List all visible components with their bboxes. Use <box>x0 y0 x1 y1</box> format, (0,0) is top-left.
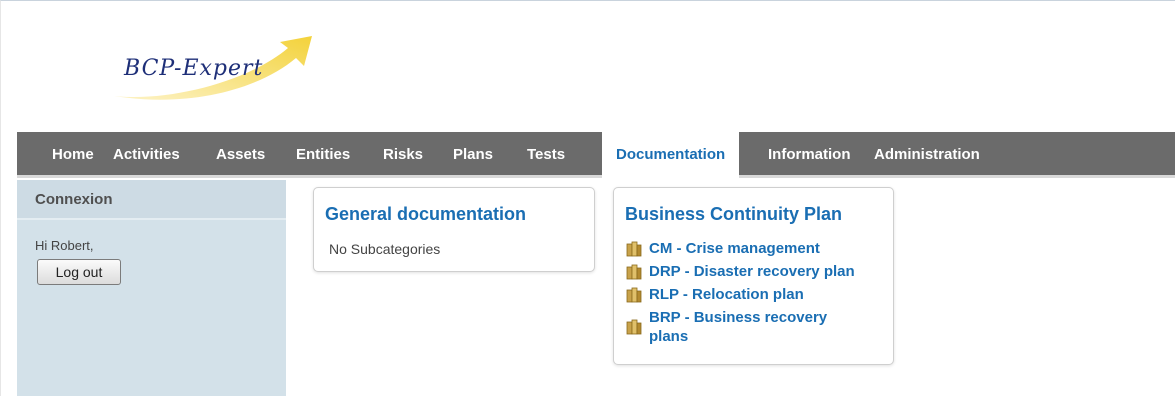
sidebar-header: Connexion <box>17 180 286 220</box>
nav-assets[interactable]: Assets <box>216 132 265 178</box>
nav-documentation[interactable]: Documentation <box>602 132 740 180</box>
general-documentation-title[interactable]: General documentation <box>325 204 526 225</box>
nav-risks[interactable]: Risks <box>383 132 423 178</box>
user-greeting: Hi Robert, <box>35 238 94 253</box>
logo-text: BCP-Expert <box>124 56 264 81</box>
folder-icon <box>626 264 642 279</box>
general-documentation-panel: General documentation No Subcategories <box>313 187 595 272</box>
bcp-item-cm[interactable]: CM - Crise management <box>625 239 895 258</box>
main-nav: Home Activities Assets Entities Risks Pl… <box>17 132 1175 180</box>
business-continuity-plan-panel: Business Continuity Plan CM - Crise mana… <box>613 187 894 365</box>
nav-administration[interactable]: Administration <box>874 132 980 178</box>
bcp-item-label[interactable]: BRP - Business recovery plans <box>649 308 849 346</box>
bcp-item-label[interactable]: DRP - Disaster recovery plan <box>649 262 855 281</box>
bcp-item-label[interactable]: CM - Crise management <box>649 239 820 258</box>
nav-entities[interactable]: Entities <box>296 132 350 178</box>
nav-home[interactable]: Home <box>52 132 94 178</box>
folder-icon <box>626 287 642 302</box>
nav-tests[interactable]: Tests <box>527 132 565 178</box>
bcp-item-rlp[interactable]: RLP - Relocation plan <box>625 285 895 304</box>
bcp-item-drp[interactable]: DRP - Disaster recovery plan <box>625 262 895 281</box>
bcp-item-label[interactable]: RLP - Relocation plan <box>649 285 804 304</box>
bcp-title[interactable]: Business Continuity Plan <box>625 204 842 225</box>
no-subcategories-text: No Subcategories <box>329 241 441 257</box>
nav-plans[interactable]: Plans <box>453 132 493 178</box>
nav-information[interactable]: Information <box>768 132 851 178</box>
nav-activities[interactable]: Activities <box>113 132 180 178</box>
folder-icon <box>626 319 642 335</box>
logout-button[interactable]: Log out <box>37 259 121 285</box>
folder-icon <box>626 241 642 256</box>
sidebar: Connexion Hi Robert, Log out <box>17 180 286 396</box>
bcp-doc-list: CM - Crise management DRP - Disaster rec… <box>625 239 895 350</box>
bcp-item-brp[interactable]: BRP - Business recovery plans <box>625 308 895 346</box>
